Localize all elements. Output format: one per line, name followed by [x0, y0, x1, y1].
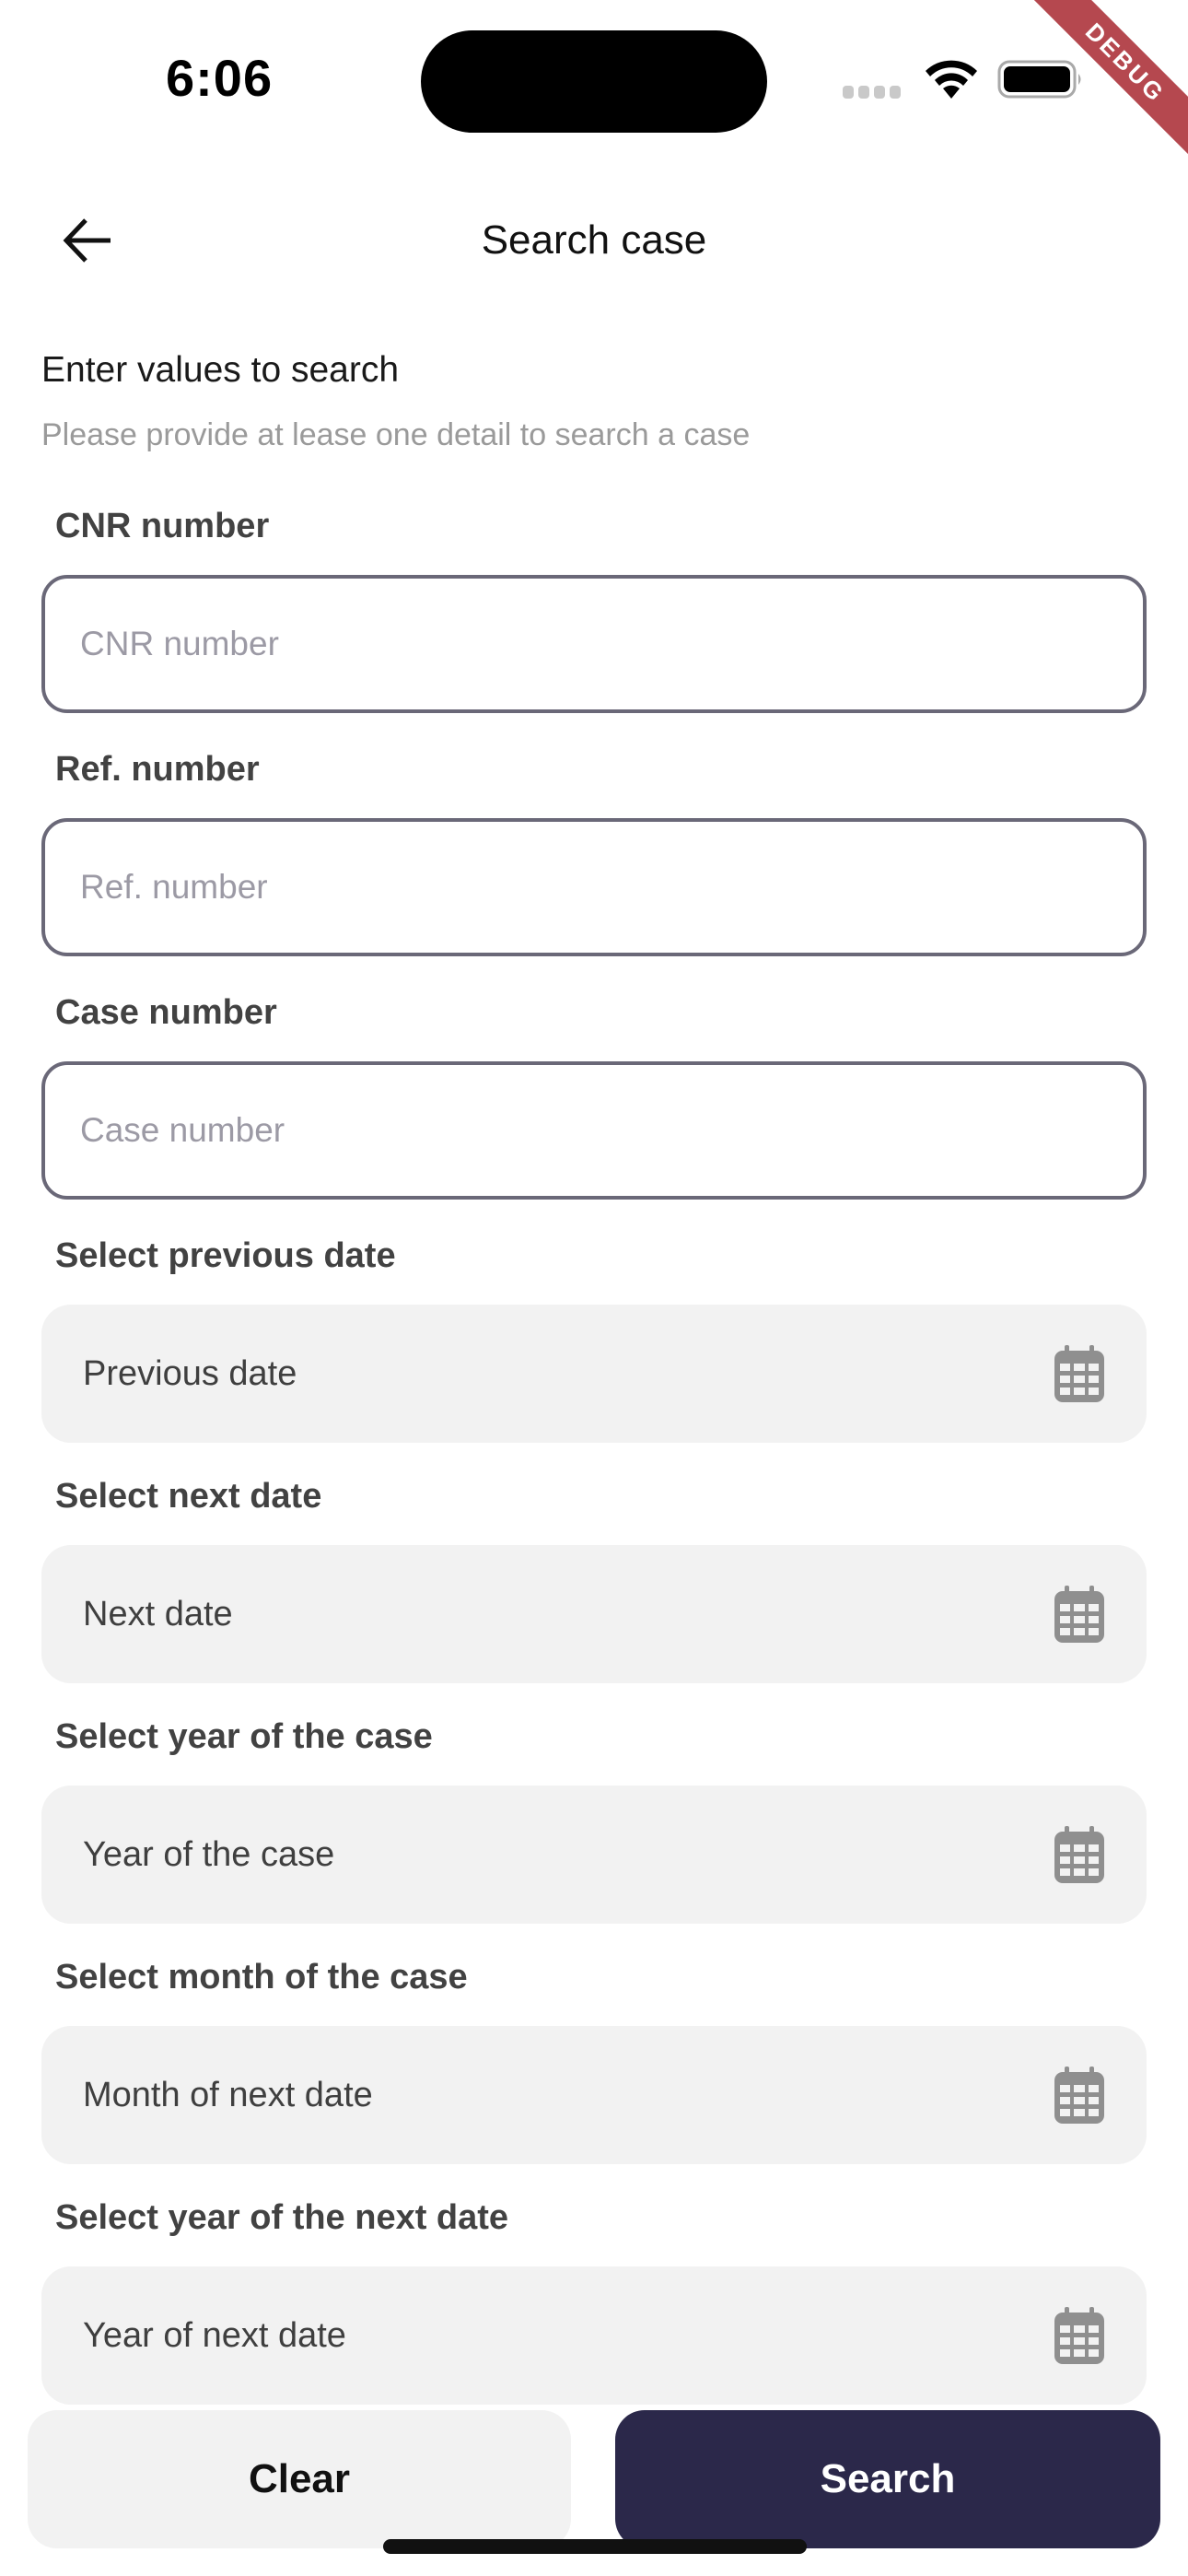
previous-date-label: Select previous date	[55, 1236, 396, 1275]
case-number-field-group: Case number	[41, 989, 1147, 1200]
page-title: Search case	[481, 217, 707, 263]
section-title: Enter values to search	[41, 350, 400, 390]
previous-date-field-group: Select previous date Previous date	[41, 1233, 1147, 1443]
next-date-year-field-group: Select year of the next date Year of nex…	[41, 2195, 1147, 2405]
calendar-icon[interactable]	[1054, 2067, 1104, 2124]
cnr-number-field-group: CNR number	[41, 503, 1147, 713]
case-month-field-group: Select month of the case Month of next d…	[41, 1954, 1147, 2164]
case-month-placeholder: Month of next date	[83, 2075, 373, 2114]
case-number-input[interactable]	[80, 1111, 1143, 1150]
case-month-picker[interactable]: Month of next date	[41, 2026, 1147, 2164]
ref-number-input-box[interactable]	[41, 818, 1147, 956]
next-date-placeholder: Next date	[83, 1594, 233, 1633]
case-year-picker[interactable]: Year of the case	[41, 1786, 1147, 1924]
cellular-signal-icon	[843, 86, 901, 99]
ref-number-label: Ref. number	[55, 750, 260, 789]
dynamic-island	[421, 30, 767, 133]
case-month-label: Select month of the case	[55, 1958, 468, 1996]
calendar-icon[interactable]	[1054, 1826, 1104, 1883]
case-number-label: Case number	[55, 993, 277, 1032]
section-subtitle: Please provide at lease one detail to se…	[41, 417, 751, 452]
calendar-icon[interactable]	[1054, 2307, 1104, 2364]
clear-button[interactable]: Clear	[28, 2410, 571, 2548]
cnr-number-label: CNR number	[55, 507, 270, 545]
cnr-number-input-box[interactable]	[41, 575, 1147, 713]
status-bar: 6:06 DEBUG	[0, 0, 1188, 162]
status-time: 6:06	[166, 49, 274, 107]
next-date-year-label: Select year of the next date	[55, 2198, 509, 2237]
ref-number-field-group: Ref. number	[41, 746, 1147, 956]
ref-number-input[interactable]	[80, 868, 1143, 907]
case-year-field-group: Select year of the case Year of the case	[41, 1714, 1147, 1924]
next-date-field-group: Select next date Next date	[41, 1473, 1147, 1683]
case-number-input-box[interactable]	[41, 1061, 1147, 1200]
battery-icon	[997, 60, 1081, 99]
home-indicator[interactable]	[383, 2539, 807, 2554]
previous-date-picker[interactable]: Previous date	[41, 1305, 1147, 1443]
search-case-screen: 6:06 DEBUG Search case Enter values to s…	[0, 0, 1188, 2576]
next-date-label: Select next date	[55, 1477, 322, 1516]
next-date-picker[interactable]: Next date	[41, 1545, 1147, 1683]
cnr-number-input[interactable]	[80, 625, 1143, 663]
calendar-icon[interactable]	[1054, 1586, 1104, 1643]
case-year-label: Select year of the case	[55, 1717, 433, 1756]
app-bar: Search case	[0, 184, 1188, 295]
next-date-year-picker[interactable]: Year of next date	[41, 2266, 1147, 2405]
wifi-icon	[926, 60, 977, 99]
case-year-placeholder: Year of the case	[83, 1834, 335, 1874]
search-button[interactable]: Search	[615, 2410, 1160, 2548]
calendar-icon[interactable]	[1054, 1345, 1104, 1402]
previous-date-placeholder: Previous date	[83, 1353, 297, 1393]
next-date-year-placeholder: Year of next date	[83, 2315, 346, 2355]
